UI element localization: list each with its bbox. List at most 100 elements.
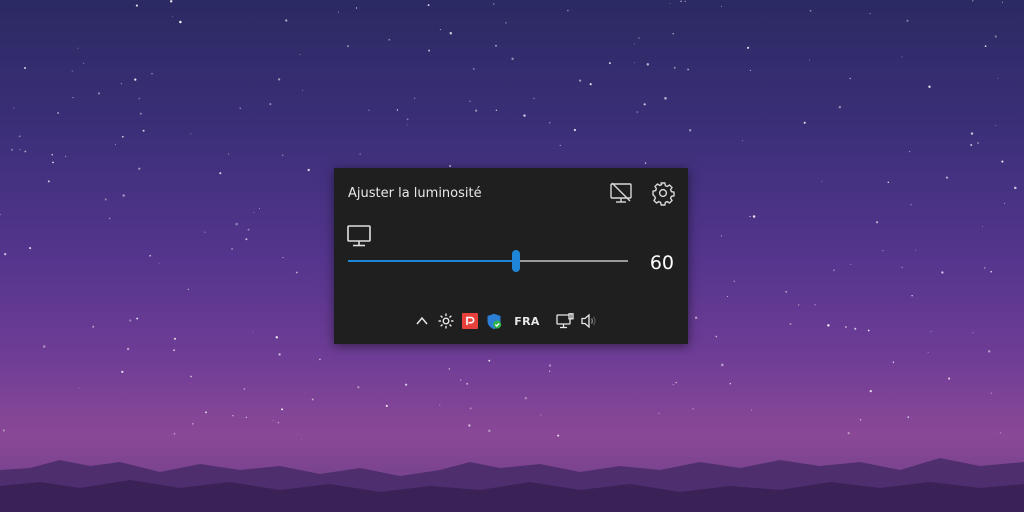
star	[636, 111, 639, 113]
star	[838, 105, 842, 109]
star	[190, 133, 192, 135]
brightness-value: 60	[649, 252, 674, 274]
star	[995, 125, 997, 127]
star	[673, 66, 676, 69]
brightness-slider[interactable]	[348, 250, 628, 272]
star	[192, 423, 194, 425]
star	[573, 128, 577, 132]
star	[405, 383, 408, 386]
star	[149, 254, 152, 257]
star	[808, 59, 811, 61]
star	[972, 332, 974, 334]
slider-thumb[interactable]	[512, 250, 520, 272]
star	[997, 77, 999, 79]
star	[984, 267, 986, 269]
star	[972, 0, 974, 2]
star	[228, 153, 230, 155]
language-indicator[interactable]: FRA	[512, 310, 542, 332]
star	[911, 294, 913, 297]
star	[77, 47, 79, 49]
star	[338, 11, 339, 13]
star	[299, 53, 301, 55]
star	[459, 379, 462, 381]
star	[23, 66, 27, 70]
star	[355, 7, 358, 9]
star	[47, 180, 50, 183]
star	[930, 330, 932, 332]
star	[282, 154, 284, 156]
star	[882, 249, 884, 252]
star	[142, 129, 145, 132]
star	[135, 4, 138, 7]
star	[172, 16, 174, 17]
star	[19, 149, 21, 151]
star	[720, 235, 722, 237]
star	[608, 62, 611, 65]
star	[906, 19, 909, 22]
star	[669, 2, 671, 4]
volume-icon[interactable]	[579, 310, 599, 332]
star	[915, 249, 917, 251]
star	[173, 337, 177, 340]
star	[285, 19, 288, 22]
red-app-icon[interactable]	[461, 310, 479, 332]
star	[406, 118, 409, 121]
star	[259, 208, 261, 210]
star	[867, 329, 870, 332]
shield-check-icon[interactable]	[485, 310, 503, 332]
display-off-icon[interactable]	[608, 180, 634, 206]
star	[715, 335, 718, 338]
star	[548, 370, 551, 372]
star	[821, 180, 823, 182]
star	[406, 124, 408, 126]
chevron-up-icon[interactable]	[414, 310, 430, 332]
star	[1002, 1, 1003, 3]
brightness-sun-icon[interactable]	[436, 310, 456, 332]
star	[859, 418, 862, 421]
star	[928, 85, 931, 89]
star	[809, 9, 812, 12]
star	[359, 153, 361, 155]
star	[752, 215, 756, 218]
star	[578, 79, 582, 82]
monitor-icon	[346, 224, 372, 248]
star	[633, 62, 635, 64]
star	[741, 140, 743, 142]
star	[675, 381, 677, 384]
star	[277, 78, 281, 81]
star	[466, 382, 469, 385]
star	[977, 142, 979, 144]
star	[687, 68, 689, 71]
star	[469, 100, 471, 102]
star	[854, 327, 857, 330]
star	[139, 112, 142, 115]
star	[589, 83, 592, 86]
network-icon[interactable]	[555, 310, 575, 332]
star	[875, 221, 879, 224]
brightness-flyout: Ajuster la luminosité 60 FRA	[334, 168, 688, 344]
star	[83, 62, 85, 64]
star	[10, 148, 13, 151]
star	[307, 168, 310, 172]
star	[850, 263, 852, 265]
star	[4, 253, 7, 256]
star	[173, 349, 176, 352]
star	[505, 22, 507, 24]
star	[908, 150, 911, 153]
star	[51, 154, 53, 156]
star	[448, 368, 451, 370]
star	[295, 271, 298, 274]
gear-icon[interactable]	[650, 180, 676, 206]
star	[469, 407, 472, 410]
star	[122, 194, 125, 197]
star	[927, 351, 929, 353]
star	[910, 203, 912, 206]
star	[495, 44, 497, 47]
star	[219, 172, 222, 175]
star	[121, 370, 124, 374]
star	[733, 280, 735, 282]
star	[567, 9, 569, 12]
star	[524, 396, 528, 400]
star	[970, 143, 973, 147]
flyout-title: Ajuster la luminosité	[348, 186, 482, 201]
